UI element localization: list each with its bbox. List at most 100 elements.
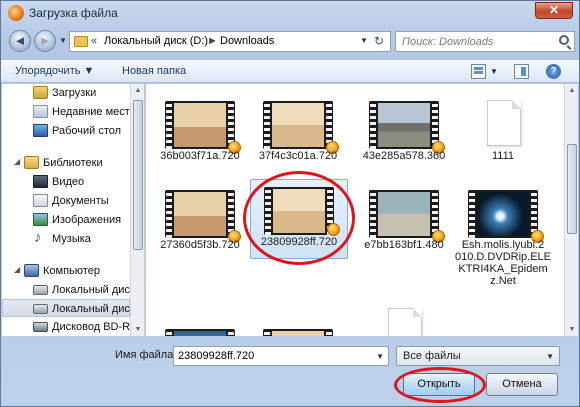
file-name: 43e285a578.360 <box>362 150 446 162</box>
file-type-value: Все файлы <box>403 350 461 362</box>
desktop-icon <box>33 124 48 137</box>
document-icon <box>388 308 422 336</box>
sidebar-item-label: Изображения <box>52 214 122 226</box>
help-icon[interactable]: ? <box>546 64 561 79</box>
folder-icon <box>74 36 88 47</box>
file-item[interactable]: 1111 <box>455 94 551 176</box>
breadcrumb-separator-icon[interactable]: « <box>91 35 97 47</box>
preview-pane-icon[interactable] <box>514 64 529 79</box>
sidebar-item-label: Локальный диск <box>52 284 130 296</box>
address-history-dropdown-icon[interactable]: ▼ <box>360 36 368 45</box>
file-item[interactable] <box>356 302 452 336</box>
highlight-circle <box>243 171 355 265</box>
search-input[interactable] <box>402 34 552 49</box>
file-item[interactable]: 43e285a578.360 <box>356 94 452 176</box>
breadcrumb-local-disk[interactable]: Локальный диск (D:) <box>104 35 208 47</box>
title-bar: Загрузка файла ✕ <box>1 1 579 25</box>
sidebar-item-video[interactable]: Видео <box>2 173 130 191</box>
file-item[interactable]: Esh.molis.lyubi.2 010.D.DVDRip.ELE KTRI4… <box>455 183 551 293</box>
new-folder-button[interactable]: Новая папка <box>122 65 186 77</box>
video-thumbnail-icon <box>369 101 439 149</box>
sidebar-item-label: Видео <box>52 176 85 188</box>
file-list-scrollbar[interactable]: ▲ ▼ <box>564 84 578 336</box>
file-item[interactable] <box>250 322 346 336</box>
scroll-down-icon[interactable]: ▼ <box>133 326 143 333</box>
video-thumbnail-icon <box>263 329 333 336</box>
search-icon[interactable] <box>559 35 569 45</box>
forward-button[interactable]: ► <box>34 30 56 52</box>
sidebar-item-label: Дисковод BD-RO <box>52 321 130 333</box>
file-item[interactable] <box>152 322 248 336</box>
recent-pages-dropdown-icon[interactable]: ▼ <box>59 36 67 45</box>
sidebar-item-local-disk-d[interactable]: Локальный диск <box>2 299 130 317</box>
address-bar[interactable]: « Локальный диск (D:) ► Downloads ▼ ↻ <box>69 31 391 52</box>
file-item[interactable]: 37f4c3c01a.720 <box>250 94 346 176</box>
video-thumbnail-icon <box>369 190 439 238</box>
filename-combobox[interactable]: ▼ <box>173 346 389 366</box>
file-name: Esh.molis.lyubi.2 010.D.DVDRip.ELE KTRI4… <box>455 239 551 287</box>
file-item[interactable]: 36b003f71a.720 <box>152 94 248 176</box>
file-item[interactable]: 27360d5f3b.720 <box>152 183 248 265</box>
scrollbar-thumb[interactable] <box>133 100 143 250</box>
view-options-dropdown-icon[interactable]: ▼ <box>490 67 498 82</box>
sidebar-item-desktop[interactable]: Рабочий стол <box>2 122 130 140</box>
downloads-folder-icon <box>33 86 48 99</box>
sidebar-item-downloads[interactable]: Загрузки <box>2 84 130 102</box>
file-name: 37f4c3c01a.720 <box>258 150 338 162</box>
scroll-up-icon[interactable]: ▲ <box>133 87 143 94</box>
sidebar-item-local-disk-c[interactable]: Локальный диск <box>2 281 130 299</box>
file-item[interactable]: e7bb163bf1.480 <box>356 183 452 265</box>
highlight-circle <box>394 367 486 403</box>
recent-places-icon <box>33 105 48 118</box>
bd-drive-icon <box>33 322 48 332</box>
navigation-bar: ◄ ► ▼ « Локальный диск (D:) ► Downloads … <box>1 27 579 57</box>
sidebar-item-label: Рабочий стол <box>52 125 122 137</box>
video-thumbnail-icon <box>165 329 235 336</box>
sidebar-item-bd-drive[interactable]: Дисковод BD-RO <box>2 318 130 336</box>
refresh-icon[interactable]: ↻ <box>371 34 387 49</box>
video-thumbnail-icon <box>468 190 538 238</box>
sidebar-item-label: Недавние места <box>52 106 130 118</box>
filename-input[interactable] <box>178 349 368 363</box>
document-icon <box>487 100 521 146</box>
close-button[interactable]: ✕ <box>535 2 573 19</box>
breadcrumb-downloads[interactable]: Downloads <box>220 35 274 47</box>
sidebar-item-pictures[interactable]: Изображения <box>2 211 130 229</box>
scrollbar-thumb[interactable] <box>567 144 577 234</box>
window-title: Загрузка файла <box>29 6 118 20</box>
chevron-down-icon[interactable]: ▼ <box>376 352 384 361</box>
local-disk-icon <box>33 304 48 314</box>
pictures-icon <box>33 213 48 226</box>
back-button[interactable]: ◄ <box>9 30 31 52</box>
sidebar-item-label: Загрузки <box>52 87 97 99</box>
sidebar-item-label: Документы <box>52 195 109 207</box>
file-name: 36b003f71a.720 <box>160 150 240 162</box>
search-box[interactable] <box>395 31 575 52</box>
scroll-up-icon[interactable]: ▲ <box>567 87 577 94</box>
sidebar-item-label: Локальный диск <box>52 303 130 315</box>
sidebar-item-music[interactable]: Музыка <box>2 229 130 248</box>
sidebar-scrollbar[interactable]: ▲ ▼ <box>130 84 144 336</box>
sidebar-item-recent-places[interactable]: Недавние места <box>2 103 130 121</box>
change-view-icon[interactable] <box>471 64 486 79</box>
file-type-select[interactable]: Все файлы ▼ <box>396 346 560 366</box>
organize-button[interactable]: Упорядочить ▼ <box>15 65 94 77</box>
chevron-down-icon: ▼ <box>546 352 554 361</box>
scroll-down-icon[interactable]: ▼ <box>567 326 577 333</box>
sidebar-item-computer[interactable]: ◢ Компьютер <box>2 262 130 280</box>
navigation-pane: Загрузки Недавние места Рабочий стол ◢ Б… <box>2 84 130 336</box>
expand-arrow-icon[interactable]: ◢ <box>14 265 20 274</box>
video-thumbnail-icon <box>165 101 235 149</box>
video-thumbnail-icon <box>165 190 235 238</box>
command-toolbar: Упорядочить ▼ Новая папка ▼ ? <box>1 59 579 83</box>
documents-icon <box>33 194 48 207</box>
sidebar-item-libraries[interactable]: ◢ Библиотеки <box>2 154 130 172</box>
expand-arrow-icon[interactable]: ◢ <box>14 157 20 166</box>
breadcrumb-chevron-icon[interactable]: ► <box>207 35 218 47</box>
file-name: 27360d5f3b.720 <box>160 239 240 251</box>
file-name: e7bb163bf1.480 <box>364 239 444 251</box>
sidebar-item-label: Компьютер <box>43 265 100 277</box>
cancel-button[interactable]: Отмена <box>486 373 558 396</box>
sidebar-item-documents[interactable]: Документы <box>2 192 130 210</box>
music-icon <box>33 229 48 246</box>
